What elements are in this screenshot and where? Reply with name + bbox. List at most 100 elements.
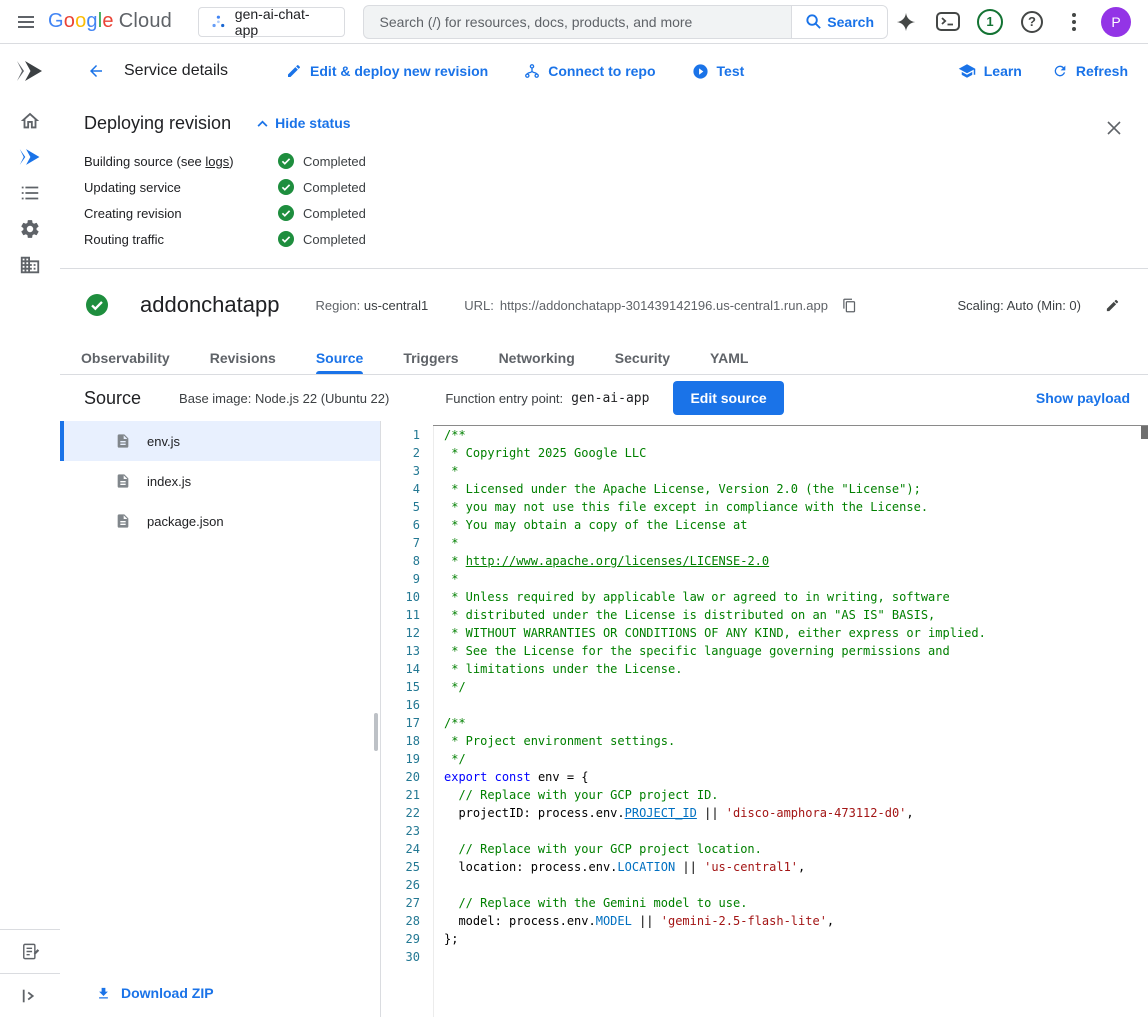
- rail-item-settings[interactable]: [0, 211, 60, 247]
- tab-security[interactable]: Security: [615, 341, 670, 374]
- copy-url-button[interactable]: [842, 297, 857, 314]
- search-input[interactable]: [364, 6, 792, 38]
- deploy-step-status: Completed: [278, 153, 366, 169]
- code-line: projectID: process.env.PROJECT_ID || 'di…: [444, 804, 1148, 822]
- line-number: 26: [381, 876, 420, 894]
- line-number: 20: [381, 768, 420, 786]
- deploy-step: Creating revisionCompleted: [84, 200, 1124, 226]
- gemini-button[interactable]: [888, 4, 924, 40]
- home-icon: [19, 110, 41, 132]
- search-button[interactable]: Search: [791, 6, 887, 38]
- code-line: * distributed under the License is distr…: [444, 606, 1148, 624]
- file-item-index.js[interactable]: index.js: [60, 461, 380, 501]
- edit-pencil-icon: [1105, 298, 1120, 313]
- actionbar-actions: Edit & deploy new revision Connect to re…: [286, 63, 744, 80]
- release-notes-button[interactable]: [0, 929, 60, 973]
- file-item-package.json[interactable]: package.json: [60, 501, 380, 541]
- code-line: * WITHOUT WARRANTIES OR CONDITIONS OF AN…: [444, 624, 1148, 642]
- deploy-step: Building source (see logs)Completed: [84, 148, 1124, 174]
- tab-revisions[interactable]: Revisions: [210, 341, 276, 374]
- file-icon: [115, 473, 131, 489]
- rail-item-list[interactable]: [0, 175, 60, 211]
- rail-item-home[interactable]: [0, 103, 60, 139]
- hide-status-toggle[interactable]: Hide status: [257, 115, 350, 131]
- show-payload-link[interactable]: Show payload: [1036, 390, 1130, 406]
- search-bar: Search: [363, 5, 888, 39]
- more-options-button[interactable]: [1056, 4, 1092, 40]
- line-number: 6: [381, 516, 420, 534]
- cloud-shell-button[interactable]: [930, 4, 966, 40]
- help-icon: ?: [1021, 11, 1043, 33]
- check-circle-icon: [278, 231, 294, 247]
- project-selector[interactable]: gen-ai-chat-app: [198, 7, 345, 37]
- rail-items: [0, 98, 60, 283]
- download-zip-button[interactable]: Download ZIP: [60, 985, 380, 1001]
- code-line: *: [444, 462, 1148, 480]
- file-panel-scrollbar[interactable]: [374, 713, 378, 751]
- line-number: 12: [381, 624, 420, 642]
- rail-item-cloud-run[interactable]: [0, 139, 60, 175]
- tab-networking[interactable]: Networking: [499, 341, 575, 374]
- google-logo-letters: Google: [48, 10, 114, 33]
- tab-observability[interactable]: Observability: [81, 341, 170, 374]
- code-line: [444, 876, 1148, 894]
- learn-icon: [958, 62, 976, 80]
- source-toolbar: Source Base image: Node.js 22 (Ubuntu 22…: [60, 375, 1148, 421]
- google-cloud-logo: Google Cloud: [48, 10, 172, 33]
- hamburger-icon: [17, 13, 35, 31]
- tab-yaml[interactable]: YAML: [710, 341, 748, 374]
- editor-top-border: [433, 425, 1148, 426]
- collapse-panel-button[interactable]: [0, 973, 60, 1017]
- learn-button[interactable]: Learn: [958, 62, 1022, 80]
- close-panel-button[interactable]: [1096, 110, 1132, 146]
- account-button[interactable]: P: [1098, 4, 1134, 40]
- repo-icon: [524, 63, 540, 79]
- code-line: * See the License for the specific langu…: [444, 642, 1148, 660]
- check-circle-icon: [278, 179, 294, 195]
- code-line: */: [444, 678, 1148, 696]
- edit-source-button[interactable]: Edit source: [673, 381, 783, 415]
- file-name: package.json: [147, 514, 224, 529]
- line-number: 30: [381, 948, 420, 966]
- refresh-icon: [1052, 63, 1068, 79]
- deploy-step-label: Updating service: [84, 180, 278, 195]
- line-number: 21: [381, 786, 420, 804]
- kebab-icon: [1072, 13, 1076, 31]
- test-button[interactable]: Test: [692, 63, 745, 80]
- help-button[interactable]: ?: [1014, 4, 1050, 40]
- deploy-panel-title: Deploying revision: [84, 113, 231, 134]
- code-editor[interactable]: 1234567891011121314151617181920212223242…: [381, 421, 1148, 1017]
- notifications-button[interactable]: 1: [972, 4, 1008, 40]
- file-list: env.jsindex.js package.json: [60, 421, 380, 541]
- check-circle-icon: [278, 153, 294, 169]
- file-item-env.js[interactable]: env.js: [60, 421, 380, 461]
- edit-scaling-button[interactable]: [1105, 298, 1120, 313]
- editor-scrollbar[interactable]: [1141, 426, 1148, 439]
- hamburger-menu-button[interactable]: [8, 4, 44, 40]
- domain-icon: [19, 254, 41, 276]
- collapse-panel-icon: [21, 988, 39, 1004]
- page-title: Service details: [124, 62, 228, 80]
- code-line: *: [444, 534, 1148, 552]
- logs-link[interactable]: logs: [205, 154, 229, 169]
- avatar: P: [1101, 7, 1131, 37]
- code-line: * Unless required by applicable law or a…: [444, 588, 1148, 606]
- deploy-step-label: Creating revision: [84, 206, 278, 221]
- pencil-icon: [286, 63, 302, 79]
- code-line: * you may not use this file except in co…: [444, 498, 1148, 516]
- copy-icon: [842, 297, 857, 314]
- deploy-step-label: Building source (see logs): [84, 154, 278, 169]
- back-button[interactable]: [78, 53, 114, 89]
- tab-triggers[interactable]: Triggers: [403, 341, 458, 374]
- line-number: 1: [381, 426, 420, 444]
- line-number: 9: [381, 570, 420, 588]
- service-name: addonchatapp: [140, 292, 279, 318]
- tab-source[interactable]: Source: [316, 341, 363, 374]
- code-line: * You may obtain a copy of the License a…: [444, 516, 1148, 534]
- edit-deploy-revision-button[interactable]: Edit & deploy new revision: [286, 63, 488, 79]
- line-number: 5: [381, 498, 420, 516]
- line-number: 14: [381, 660, 420, 678]
- rail-item-domains[interactable]: [0, 247, 60, 283]
- refresh-button[interactable]: Refresh: [1052, 63, 1128, 79]
- connect-to-repo-button[interactable]: Connect to repo: [524, 63, 655, 79]
